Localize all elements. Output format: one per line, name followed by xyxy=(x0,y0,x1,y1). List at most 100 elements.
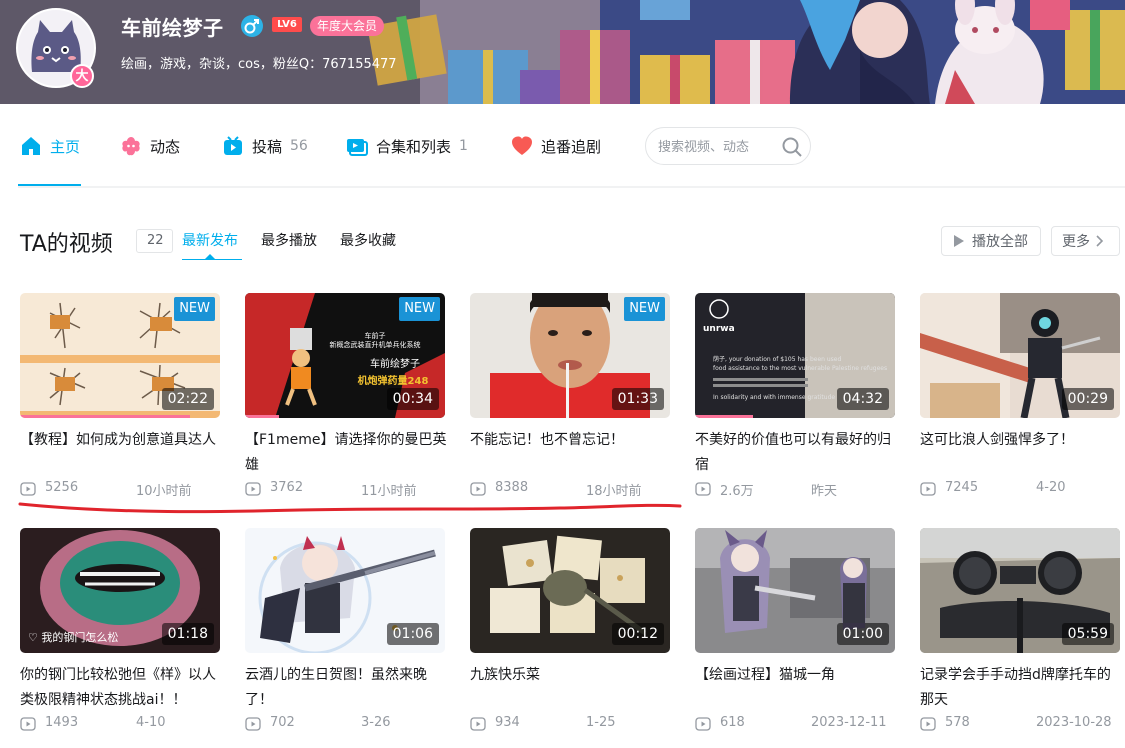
play-count-icon xyxy=(695,717,711,731)
video-title[interactable]: 【教程】如何成为创意道具达人 xyxy=(20,428,223,453)
thumb-text: food assistance to the most vulnerable P… xyxy=(713,365,887,372)
video-thumbnail[interactable]: 00:12 xyxy=(470,528,670,653)
section-video-count: 22 xyxy=(136,229,173,253)
thumb-text: unrwa xyxy=(703,324,735,334)
video-views: 578 xyxy=(945,715,970,730)
video-duration: 05:59 xyxy=(1061,623,1114,645)
video-date: 2023-10-28 xyxy=(1036,715,1112,730)
play-count-icon xyxy=(470,717,486,731)
new-badge: NEW xyxy=(624,297,665,321)
nav-item-collections[interactable]: 合集和列表 1 xyxy=(346,134,468,158)
video-duration: 01:33 xyxy=(611,388,664,410)
play-all-label: 播放全部 xyxy=(972,234,1028,250)
thumb-text: 荫子, your donation of $105 has been used xyxy=(713,355,841,363)
video-views: 702 xyxy=(270,715,295,730)
watch-progress-bar xyxy=(245,415,279,418)
video-meta: 1493 4-10 xyxy=(20,715,220,733)
video-meta: 7245 4-20 xyxy=(920,480,1120,498)
video-title[interactable]: 你的钢门比较松弛但《样》以人类极限精神状态挑战ai！！ xyxy=(20,663,223,713)
video-thumbnail[interactable]: NEW 02:22 xyxy=(20,293,220,418)
play-count-icon xyxy=(20,717,36,731)
nav-item-bangumi[interactable]: 追番追剧 xyxy=(511,134,601,158)
watch-progress-bar xyxy=(20,415,190,418)
tab-most-played[interactable]: 最多播放 xyxy=(261,230,317,250)
profile-banner: 大 车前绘梦子 LV6 年度大会员 绘画，游戏，杂谈，cos，粉丝Q：76715… xyxy=(0,0,1125,104)
new-badge: NEW xyxy=(399,297,440,321)
video-thumbnail[interactable]: 01:00 xyxy=(695,528,895,653)
video-meta: 578 2023-10-28 xyxy=(920,715,1120,733)
play-all-button[interactable]: 播放全部 xyxy=(941,226,1041,256)
video-date: 4-10 xyxy=(136,715,166,730)
space-search-box[interactable] xyxy=(645,127,811,165)
user-signature: 绘画，游戏，杂谈，cos，粉丝Q：767155477 xyxy=(121,57,397,72)
video-thumbnail[interactable]: 00:29 xyxy=(920,293,1120,418)
tab-active-underline xyxy=(182,259,242,260)
video-thumbnail[interactable]: unrwa 荫子, your donation of $105 has been… xyxy=(695,293,895,418)
nav-item-count: 1 xyxy=(459,138,468,154)
heart-icon xyxy=(512,136,532,155)
thumb-text: 新概念武装直升机单兵化系统 xyxy=(330,340,421,349)
thumb-text: 车前绘梦子 xyxy=(370,357,420,370)
search-input[interactable] xyxy=(658,137,776,157)
video-meta: 934 1-25 xyxy=(470,715,670,733)
red-annotation-line xyxy=(18,502,682,514)
video-date: 2023-12-11 xyxy=(811,715,887,730)
new-badge: NEW xyxy=(174,297,215,321)
username[interactable]: 车前绘梦子 xyxy=(121,12,224,41)
video-title[interactable]: 记录学会手手动挡d牌摩托车的那天 xyxy=(920,663,1123,713)
chevron-right-icon xyxy=(1096,235,1104,247)
video-thumbnail[interactable]: NEW 01:33 xyxy=(470,293,670,418)
video-title[interactable]: 不美好的价值也可以有最好的归宿 xyxy=(695,428,898,478)
video-duration: 01:18 xyxy=(161,623,214,645)
nav-item-label: 合集和列表 xyxy=(376,137,452,156)
nav-item-count: 56 xyxy=(290,138,308,154)
video-date: 3-26 xyxy=(361,715,391,730)
video-views: 2.6万 xyxy=(720,484,754,499)
male-gender-icon xyxy=(241,15,263,37)
tab-latest[interactable]: 最新发布 xyxy=(182,230,238,250)
dynamic-icon xyxy=(122,137,140,156)
nav-item-label: 投稿 xyxy=(252,137,283,156)
nav-item-label: 主页 xyxy=(50,137,81,156)
thumb-text: In solidarity and with immense gratitude xyxy=(713,394,835,401)
upload-icon xyxy=(224,136,242,155)
video-title[interactable]: 云酒儿的生日贺图！虽然来晚了！ xyxy=(245,663,448,713)
nav-item-label: 动态 xyxy=(150,137,181,156)
vip-badge[interactable]: 年度大会员 xyxy=(310,16,385,36)
video-title[interactable]: 【绘画过程】猫城一角 xyxy=(695,663,898,688)
nav-item-uploads[interactable]: 投稿 56 xyxy=(222,134,308,158)
video-views: 934 xyxy=(495,715,520,730)
more-button[interactable]: 更多 xyxy=(1051,226,1120,256)
video-meta: 618 2023-12-11 xyxy=(695,715,895,733)
video-duration: 00:34 xyxy=(386,388,439,410)
nav-item-dynamic[interactable]: 动态 xyxy=(120,134,180,158)
search-icon[interactable] xyxy=(780,135,804,159)
video-meta: 2.6万 昨天 xyxy=(695,480,895,499)
video-duration: 01:06 xyxy=(386,623,439,645)
video-date: 1-25 xyxy=(586,715,616,730)
video-title[interactable]: 不能忘记！也不曾忘记！ xyxy=(470,428,673,453)
play-all-icon xyxy=(954,235,964,247)
profile-nav: 主页 动态 投稿 56 合集和列表 1 追番追剧 xyxy=(0,104,1125,188)
video-title[interactable]: 这可比浪人剑强悍多了！ xyxy=(920,428,1123,453)
tab-most-favorited[interactable]: 最多收藏 xyxy=(340,230,396,250)
nav-item-label: 追番追剧 xyxy=(541,137,602,156)
video-title[interactable]: 九族快乐菜 xyxy=(470,663,673,688)
nav-item-home[interactable]: 主页 xyxy=(20,134,80,158)
watch-progress-bar xyxy=(695,415,753,418)
video-date: 4-20 xyxy=(1036,480,1066,495)
video-title[interactable]: 【F1meme】请选择你的曼巴英雄 xyxy=(245,428,448,478)
video-duration: 01:00 xyxy=(836,623,889,645)
video-thumbnail[interactable]: ♡ 我的钢门怎么松 01:18 xyxy=(20,528,220,653)
video-thumbnail[interactable]: 车前子 新概念武装直升机单兵化系统 车前绘梦子 机炮弹药量248 NEW 00:… xyxy=(245,293,445,418)
play-count-icon xyxy=(920,717,936,731)
video-thumbnail[interactable]: 05:59 xyxy=(920,528,1120,653)
video-views: 1493 xyxy=(45,715,79,730)
nav-divider xyxy=(18,186,1125,188)
collection-icon xyxy=(347,139,368,156)
level-badge: LV6 xyxy=(272,17,302,32)
thumb-text: 车前子 xyxy=(365,331,386,340)
video-thumbnail[interactable]: 01:06 xyxy=(245,528,445,653)
video-meta: 702 3-26 xyxy=(245,715,445,733)
thumb-text: 机炮弹药量248 xyxy=(358,374,429,387)
